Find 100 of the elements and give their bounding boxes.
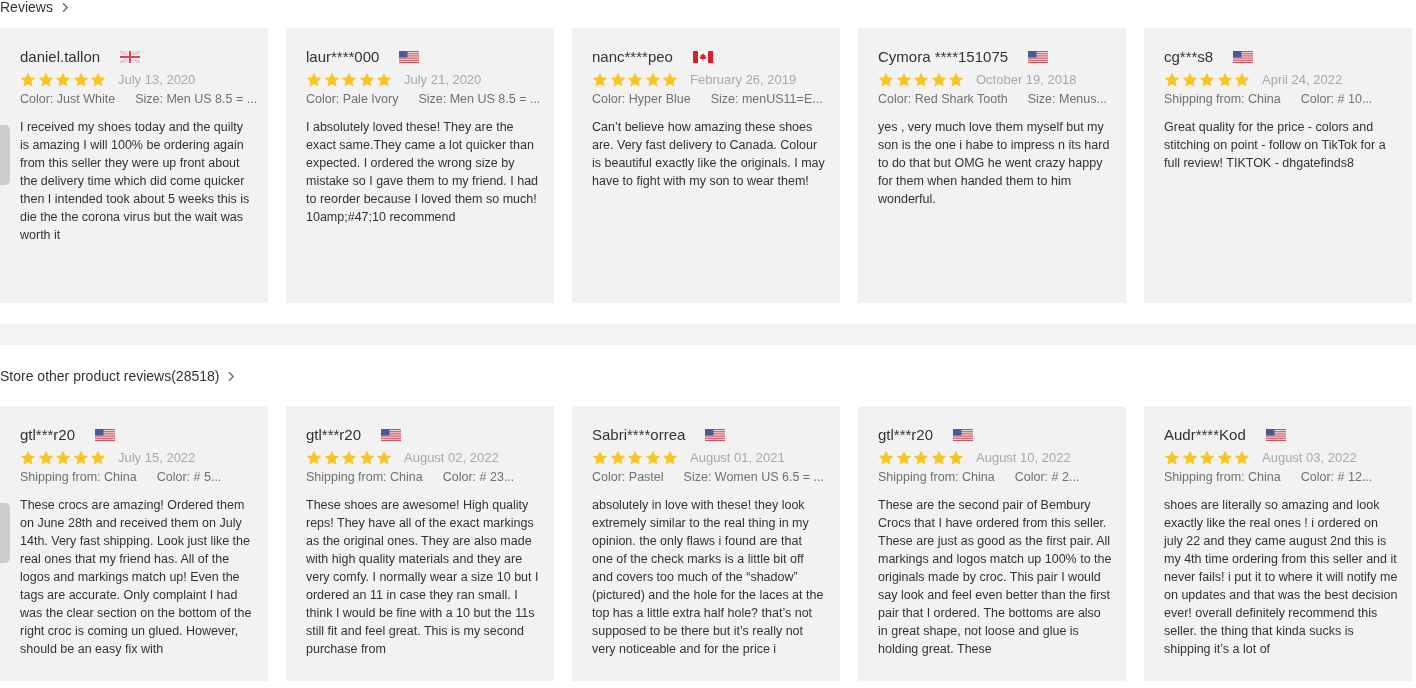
star-icon bbox=[930, 72, 947, 88]
review-text: Can’t believe how amazing these shoes are. Very fast delivery to Canada. Colour is beautiful exactly like the originals. I may have to fight with my son to wear them! bbox=[592, 119, 826, 190]
star-icon bbox=[323, 450, 340, 466]
reviewer-name: nanc****peo bbox=[592, 47, 673, 67]
star-icon bbox=[592, 450, 608, 466]
star-icon bbox=[1164, 450, 1180, 466]
review-detail: Color: Red Shark Tooth bbox=[878, 91, 1008, 108]
reviewer-name: Cymora ****151075 bbox=[878, 47, 1009, 67]
star-icon bbox=[644, 450, 661, 466]
star-icon bbox=[609, 450, 626, 466]
star-icon bbox=[1181, 450, 1198, 466]
star-icon bbox=[627, 450, 643, 466]
review-text: These are the second pair of Bembury Crocs that I have ordered from this seller. These are just as good as the first pair. All markings and logos match up 100% to the originals made by croc. This pair I would say look and feel even better than the first pair that I ordered. The bottoms are also in great shape, not loose and glue is holding great. These bbox=[878, 497, 1112, 658]
star-icon bbox=[341, 450, 357, 466]
chevron-right-icon bbox=[227, 370, 236, 382]
star-icon bbox=[878, 450, 894, 466]
review-detail: Color: Just White bbox=[20, 91, 116, 108]
star-icon bbox=[1234, 450, 1250, 466]
review-text: yes , very much love them myself but my son is the one i habe to impress n its hard to do that but OMG he went crazy happy for them when handed them to him wonderful. bbox=[878, 119, 1111, 208]
star-icon bbox=[913, 450, 929, 466]
star-icon bbox=[1199, 72, 1215, 88]
review-detail: Size: menUS11=E... bbox=[710, 91, 823, 108]
review-date: April 24, 2022 bbox=[1262, 72, 1343, 88]
review-date: February 26, 2019 bbox=[690, 72, 797, 88]
star-icon bbox=[341, 72, 357, 88]
star-icon bbox=[37, 450, 54, 466]
star-icon bbox=[376, 72, 392, 88]
review-date: July 21, 2020 bbox=[404, 72, 482, 88]
us-flag-icon bbox=[1233, 51, 1254, 63]
carousel-scroll-tab[interactable] bbox=[0, 503, 10, 563]
star-icon bbox=[358, 72, 375, 88]
star-icon bbox=[20, 450, 36, 466]
star-icon bbox=[72, 72, 89, 88]
star-icon bbox=[20, 72, 36, 88]
star-icon bbox=[948, 72, 964, 88]
review-text: These shoes are awesome! High quality reps! They have all of the exact markings as the original ones. They are also made with high quality materials and they are very comfy. I normally wear a size 10 but I ordered an 11 in case they ran small. I think I would be fine with a 10 but the 11s still fit and feel great. This is my second purchase from bbox=[306, 497, 540, 658]
star-icon bbox=[306, 450, 322, 466]
review-detail: Color: Hyper Blue bbox=[592, 91, 691, 108]
review-detail: Size: Menus... bbox=[1027, 91, 1107, 108]
star-icon bbox=[644, 72, 661, 88]
star-icon bbox=[358, 450, 375, 466]
review-text: These crocs are amazing! Ordered them on June 28th and received them on July 14th. Very fast shipping. Look just like the real ones that my friend has. All of the logos and markings match up! Even the tags are accurate. Only complaint I had was the clear section on the bottom of the right croc is coming un glued. However, should be an easy fix with bbox=[20, 497, 253, 658]
review-detail: Size: Men US 8.5 = ... bbox=[418, 91, 541, 108]
reviewer-name: daniel.tallon bbox=[20, 47, 101, 67]
review-detail: Size: Women US 6.5 = ... bbox=[683, 469, 825, 486]
star-icon bbox=[90, 450, 106, 466]
star-icon bbox=[662, 72, 678, 88]
star-icon bbox=[930, 450, 947, 466]
reviewer-name: cg***s8 bbox=[1164, 47, 1214, 67]
star-icon bbox=[627, 72, 643, 88]
reviewer-name: gtl***r20 bbox=[878, 425, 934, 445]
uk-flag-icon bbox=[120, 51, 141, 63]
review-date: July 13, 2020 bbox=[118, 72, 196, 88]
star-icon bbox=[1234, 72, 1250, 88]
section-title-link[interactable]: Store other product reviews(28518) bbox=[0, 369, 236, 383]
star-icon bbox=[592, 72, 608, 88]
us-flag-icon bbox=[381, 429, 402, 441]
star-icon bbox=[37, 72, 54, 88]
review-detail: Color: Pastel bbox=[592, 469, 664, 486]
us-flag-icon bbox=[95, 429, 116, 441]
review-detail: Color: # 2... bbox=[1014, 469, 1080, 486]
star-icon bbox=[1164, 72, 1180, 88]
review-detail: Shipping from: China bbox=[1164, 469, 1281, 486]
us-flag-icon bbox=[705, 429, 726, 441]
section-title-link[interactable]: Reviews bbox=[0, 0, 69, 14]
review-detail: Size: Men US 8.5 = ... bbox=[135, 91, 258, 108]
star-icon bbox=[1199, 450, 1215, 466]
review-date: August 01, 2021 bbox=[690, 450, 785, 466]
carousel-scroll-tab[interactable] bbox=[0, 125, 10, 185]
us-flag-icon bbox=[1028, 51, 1049, 63]
review-detail: Shipping from: China bbox=[20, 469, 137, 486]
review-detail: Color: # 23... bbox=[442, 469, 515, 486]
review-date: August 03, 2022 bbox=[1262, 450, 1357, 466]
us-flag-icon bbox=[1265, 429, 1286, 441]
canada-flag-icon bbox=[692, 51, 713, 63]
reviewer-name: Sabri****orrea bbox=[592, 425, 686, 445]
star-icon bbox=[878, 72, 894, 88]
review-detail: Color: # 5... bbox=[156, 469, 222, 486]
star-icon bbox=[323, 72, 340, 88]
review-text: Great quality for the price - colors and stitching on point - follow on TikTok for a full review! TIKTOK - dhgatefinds8 bbox=[1164, 119, 1387, 172]
star-icon bbox=[1216, 450, 1233, 466]
review-text: shoes are literally so amazing and look exactly like the real ones ! i ordered on july 22 and they came august 2nd this is my 4th time ordering from this seller and it never fails! i put it to where it will notify me on updates and that was the best decision ever! overall definitely recommend this seller. the thing that kinda sucks is shipping it’s a lot of bbox=[1164, 497, 1398, 658]
star-icon bbox=[72, 450, 89, 466]
review-text: I absolutely loved these! They are the exact same.They came a lot quicker than expected. I ordered the wrong size by mistake so I gave them to my friend. I had to reorder because I loved them so much! 10amp;#47;10 recommend bbox=[306, 119, 540, 226]
star-icon bbox=[55, 72, 71, 88]
us-flag-icon bbox=[399, 51, 420, 63]
review-detail: Shipping from: China bbox=[1164, 91, 1281, 108]
reviewer-name: laur****000 bbox=[306, 47, 380, 67]
star-icon bbox=[1181, 72, 1198, 88]
reviewer-name: gtl***r20 bbox=[20, 425, 76, 445]
star-icon bbox=[895, 450, 912, 466]
review-text: absolutely in love with these! they look extremely similar to the real thing in my opinion. the only flaws i found are that one of the check marks is a little bit off and covers too much of the “shadow” (pictured) and the hole for the laces at the top has a little extra half hole? that’s not supposed to be there but it’s really not very noticeable and for the price i bbox=[592, 497, 825, 658]
review-detail: Color: Pale Ivory bbox=[306, 91, 399, 108]
star-icon bbox=[913, 72, 929, 88]
us-flag-icon bbox=[953, 429, 974, 441]
review-detail: Shipping from: China bbox=[306, 469, 423, 486]
star-icon bbox=[609, 72, 626, 88]
review-date: October 19, 2018 bbox=[976, 72, 1077, 88]
review-date: August 02, 2022 bbox=[404, 450, 499, 466]
review-detail: Color: # 10... bbox=[1300, 91, 1373, 108]
